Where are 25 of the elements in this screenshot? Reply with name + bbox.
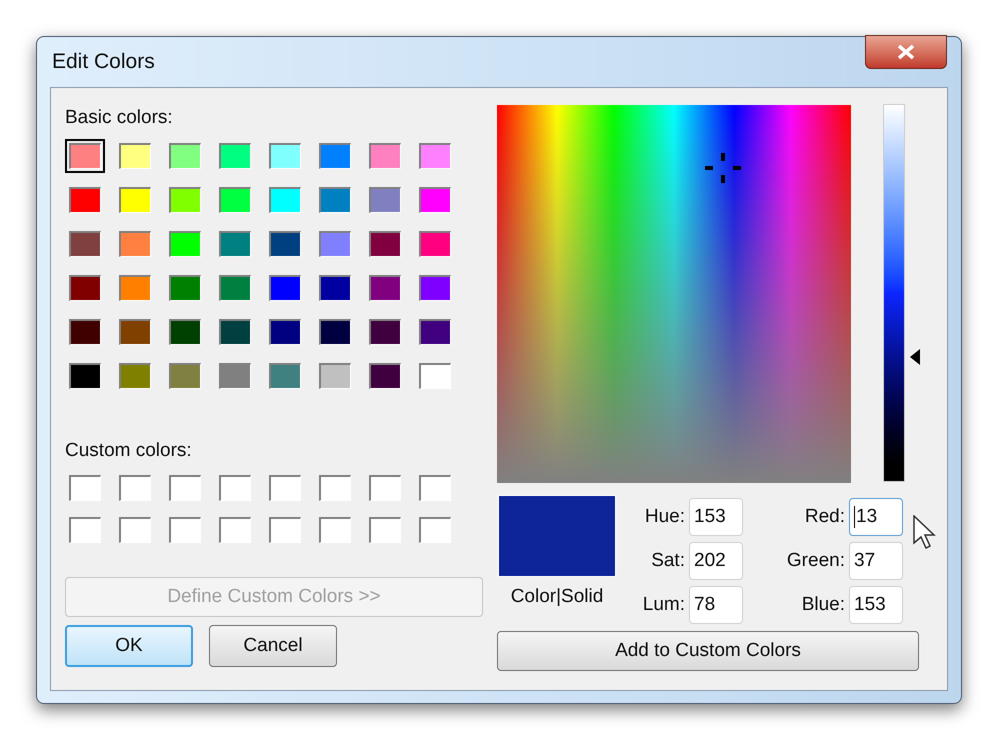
number-field[interactable]: 78 bbox=[689, 586, 743, 624]
preview-label: Color|Solid bbox=[510, 585, 604, 609]
ok-button[interactable]: OK bbox=[65, 625, 193, 667]
number-field[interactable]: 202 bbox=[689, 542, 743, 580]
field-label: Blue: bbox=[802, 592, 845, 617]
number-field[interactable]: 37 bbox=[849, 542, 903, 580]
mouse-pointer-icon bbox=[913, 515, 937, 551]
field-label: Hue: bbox=[644, 504, 685, 529]
color-swatch[interactable] bbox=[65, 138, 105, 172]
field-label: Lum: bbox=[642, 592, 685, 617]
section-label: Custom colors: bbox=[65, 438, 193, 462]
add-to-custom-colors-button[interactable]: Add to Custom Colors bbox=[497, 631, 919, 671]
close-icon bbox=[897, 44, 915, 60]
field-label: Green: bbox=[786, 548, 845, 573]
field-label: Red: bbox=[804, 504, 845, 529]
text-cursor bbox=[854, 506, 855, 528]
close-button[interactable] bbox=[865, 35, 947, 69]
cancel-button[interactable]: Cancel bbox=[209, 625, 337, 667]
number-field[interactable]: 13 bbox=[849, 498, 903, 536]
window-title: Edit Colors bbox=[52, 49, 155, 76]
field-label: Sat: bbox=[651, 548, 685, 573]
number-field[interactable]: 153 bbox=[689, 498, 743, 536]
slider-arrow-icon[interactable] bbox=[910, 348, 920, 365]
section-label: Basic colors: bbox=[65, 106, 174, 130]
number-field[interactable]: 153 bbox=[849, 586, 903, 624]
